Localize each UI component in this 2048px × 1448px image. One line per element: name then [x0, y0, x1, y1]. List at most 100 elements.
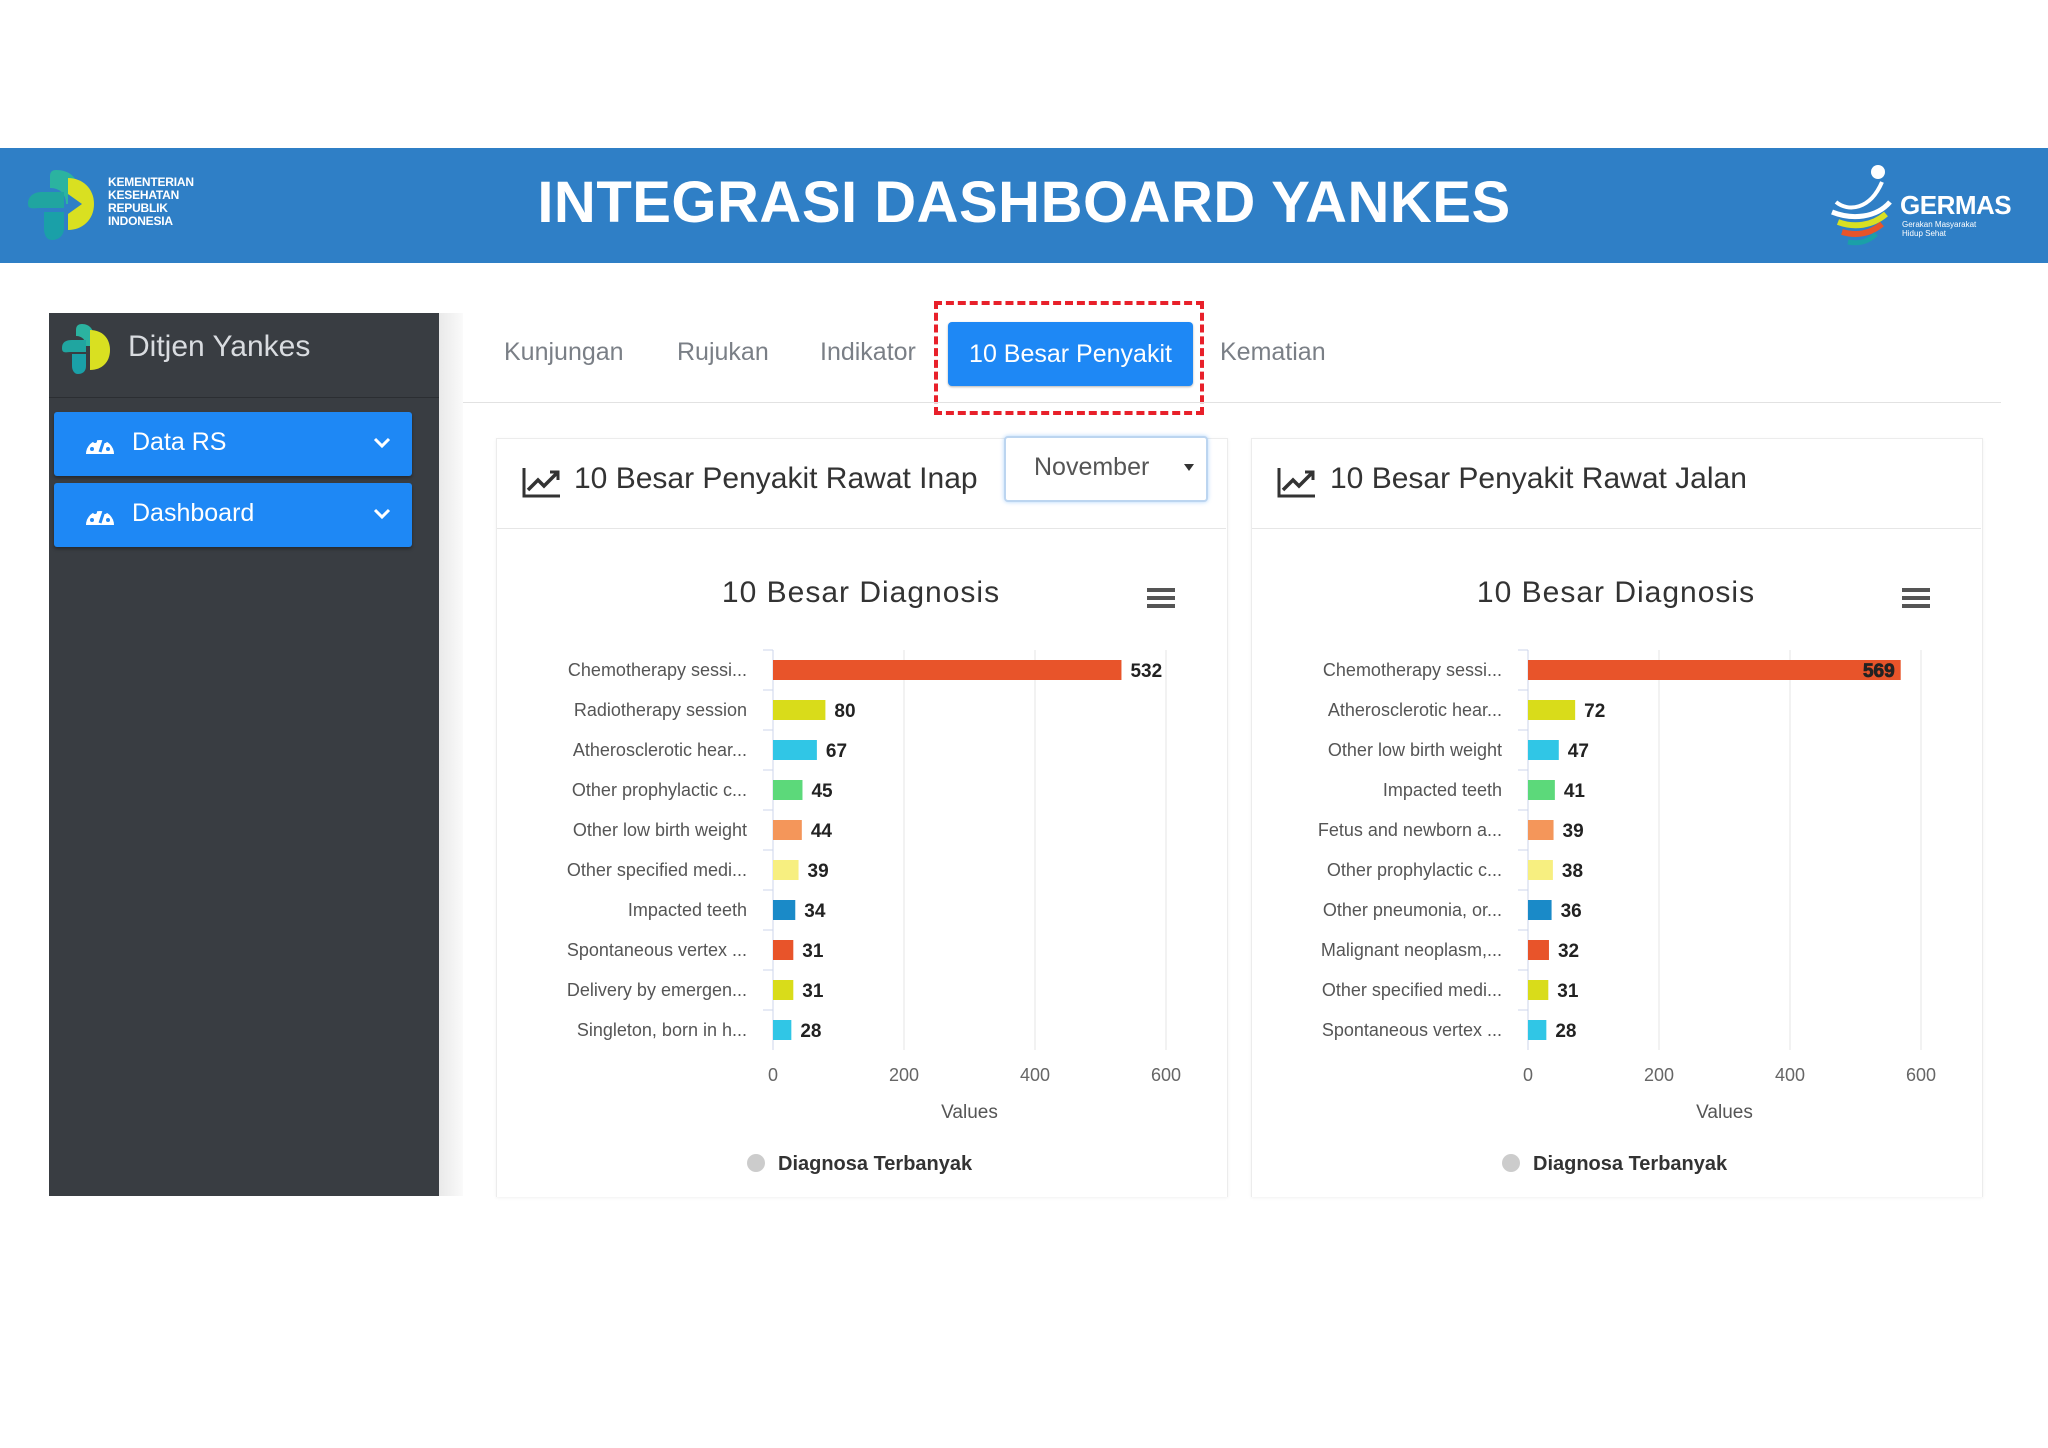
chart-rawat-jalan: 10 Besar Diagnosis 0 200 400 600 Chemotherapy… [1318, 576, 1936, 1175]
x-tick-label: 400 [1775, 1065, 1805, 1085]
data-label: 31 [802, 941, 824, 962]
tab-rujukan[interactable]: Rujukan [677, 338, 769, 367]
month-select[interactable]: November [1004, 436, 1208, 502]
x-tick-label: 0 [1523, 1065, 1533, 1085]
data-label: 31 [1557, 981, 1579, 1002]
sidebar-item-data-rs[interactable]: Data RS [54, 412, 412, 476]
category-label: Chemotherapy sessi... [1323, 660, 1502, 680]
category-label: Other low birth weight [573, 820, 747, 840]
legend-label: Diagnosa Terbanyak [778, 1153, 973, 1175]
panel-title-rawat-jalan: 10 Besar Penyakit Rawat Jalan [1330, 462, 1747, 495]
category-label: Impacted teeth [1383, 780, 1502, 800]
x-axis-title: Values [1696, 1102, 1753, 1123]
category-label: Other prophylactic c... [572, 780, 747, 800]
category-label: Fetus and newborn a... [1318, 820, 1502, 840]
bar [1528, 1020, 1547, 1040]
category-label: Other specified medi... [567, 860, 747, 880]
data-label: 32 [1558, 941, 1579, 962]
data-label: 38 [1562, 861, 1583, 882]
data-label: 80 [834, 701, 855, 722]
data-label: 47 [1568, 741, 1589, 762]
bar [773, 980, 794, 1000]
data-label: 569 [1863, 661, 1895, 682]
chart-title: 10 Besar Diagnosis [722, 576, 1000, 609]
legend-item[interactable]: Diagnosa Terbanyak [1502, 1153, 1728, 1175]
data-label: 39 [1563, 821, 1584, 842]
x-tick-label: 200 [889, 1065, 919, 1085]
germas-tagline: Gerakan Masyarakat Hidup Sehat [1902, 220, 1977, 238]
sidebar-item-label: Dashboard [132, 499, 255, 527]
hamburger-menu-icon[interactable] [1902, 588, 1930, 608]
germas-wordmark: GERMAS [1900, 190, 2012, 220]
category-label: Spontaneous vertex ... [1322, 1020, 1502, 1040]
category-label: Atherosclerotic hear... [1328, 700, 1502, 720]
data-label: 72 [1584, 701, 1605, 722]
data-label: 28 [1555, 1021, 1576, 1042]
caret-down-icon [1184, 464, 1194, 471]
bar [1528, 700, 1576, 720]
data-label: 532 [1130, 661, 1162, 682]
line-chart-icon [522, 468, 560, 498]
bar [1528, 940, 1549, 960]
sidebar-shadow [439, 313, 463, 1196]
tab-divider [463, 402, 2001, 403]
category-label: Other specified medi... [1322, 980, 1502, 1000]
legend-item[interactable]: Diagnosa Terbanyak [747, 1153, 973, 1175]
category-label: Delivery by emergen... [567, 980, 747, 1000]
month-select-value: November [1034, 453, 1150, 481]
data-label: 31 [802, 981, 824, 1002]
highlight-annotation [934, 301, 1204, 415]
data-label: 36 [1561, 901, 1582, 922]
legend-marker [747, 1154, 765, 1172]
sidebar-item-label: Data RS [132, 428, 227, 456]
bar [1528, 780, 1555, 800]
data-label: 39 [808, 861, 829, 882]
menu-line [1147, 588, 1175, 592]
page-title: INTEGRASI DASHBOARD YANKES [537, 170, 1511, 235]
category-label: Chemotherapy sessi... [568, 660, 747, 680]
category-label: Impacted teeth [628, 900, 747, 920]
bar [1528, 820, 1554, 840]
menu-line [1902, 588, 1930, 592]
data-label: 41 [1564, 781, 1586, 802]
menu-line [1902, 596, 1930, 600]
tab-indikator[interactable]: Indikator [820, 338, 916, 367]
data-label: 45 [811, 781, 833, 802]
x-tick-label: 400 [1020, 1065, 1050, 1085]
menu-line [1147, 604, 1175, 608]
panel-header-divider [497, 528, 1226, 529]
ditjen-logo-icon [62, 324, 110, 374]
dashboard-gauge-icon [86, 439, 114, 454]
menu-line [1902, 604, 1930, 608]
tab-kunjungan[interactable]: Kunjungan [504, 338, 624, 367]
bar [1528, 860, 1553, 880]
panel-header-divider [1252, 528, 1981, 529]
chart-title: 10 Besar Diagnosis [1477, 576, 1755, 609]
sidebar-item-dashboard[interactable]: Dashboard [54, 483, 412, 547]
category-label: Spontaneous vertex ... [567, 940, 747, 960]
data-label: 28 [800, 1021, 821, 1042]
chevron-down-icon [373, 437, 391, 449]
dashboard-gauge-icon [86, 510, 114, 525]
x-tick-label: 600 [1151, 1065, 1181, 1085]
data-label: 67 [826, 741, 847, 762]
chart-rawat-inap: 10 Besar Diagnosis 0 200 400 600 Chemotherapy… [567, 576, 1181, 1175]
bar [773, 660, 1122, 680]
category-label: Other pneumonia, or... [1323, 900, 1502, 920]
bar [1528, 740, 1559, 760]
category-label: Other prophylactic c... [1327, 860, 1502, 880]
bar [773, 700, 826, 720]
panel-title-rawat-inap: 10 Besar Penyakit Rawat Inap [574, 462, 978, 495]
category-label: Malignant neoplasm,... [1321, 940, 1502, 960]
tab-kematian[interactable]: Kematian [1220, 338, 1326, 367]
bar [773, 740, 817, 760]
germas-logo [1831, 165, 1892, 246]
hamburger-menu-icon[interactable] [1147, 588, 1175, 608]
chevron-down-icon [373, 508, 391, 520]
line-chart-icon [1277, 468, 1315, 498]
legend-marker [1502, 1154, 1520, 1172]
bar [773, 860, 799, 880]
legend-label: Diagnosa Terbanyak [1533, 1153, 1728, 1175]
category-label: Singleton, born in h... [577, 1020, 747, 1040]
x-tick-label: 200 [1644, 1065, 1674, 1085]
